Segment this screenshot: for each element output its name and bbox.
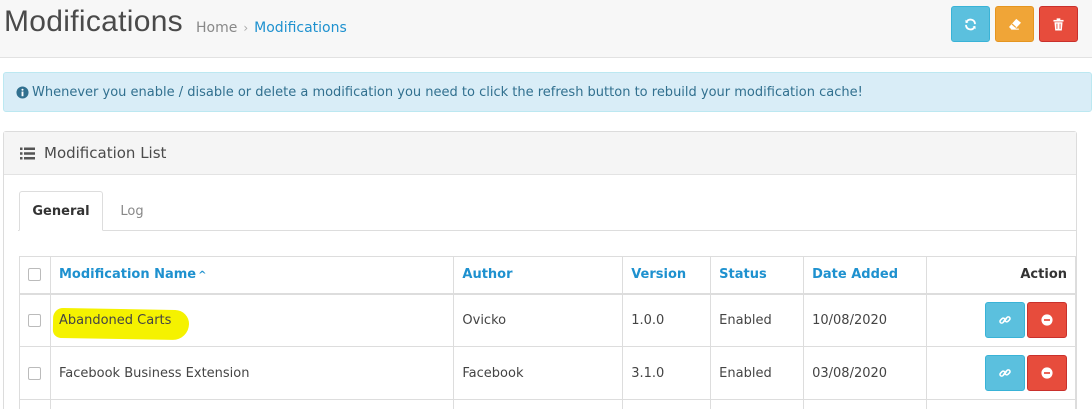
eraser-icon <box>1008 18 1021 30</box>
panel-title: Modification List <box>44 144 167 162</box>
tab-general[interactable]: General <box>19 191 103 231</box>
row-status <box>710 399 805 409</box>
row-author: Facebook <box>453 346 624 400</box>
panel-heading: Modification List <box>4 132 1076 175</box>
row-select-cell <box>19 346 51 400</box>
row-status: Enabled <box>710 346 805 400</box>
breadcrumb-home[interactable]: Home <box>196 20 237 36</box>
column-modification-name-label: Modification Name <box>58 267 197 283</box>
row-actions <box>926 399 1076 409</box>
row-modification-name: Abandoned Carts <box>58 312 172 328</box>
column-version[interactable]: Version <box>622 256 712 295</box>
row-date-added: 03/08/2020 <box>803 346 928 400</box>
delete-button[interactable] <box>1039 6 1078 42</box>
row-date-added: 10/08/2020 <box>803 293 928 347</box>
row-modification-name <box>49 399 455 409</box>
row-select-cell <box>19 293 51 347</box>
row-actions <box>926 346 1076 400</box>
modification-list-panel: Modification List General Log Modificati… <box>3 131 1077 409</box>
column-author[interactable]: Author <box>453 256 624 295</box>
link-icon <box>999 316 1011 325</box>
row-checkbox[interactable] <box>28 313 41 327</box>
row-status: Enabled <box>710 293 805 347</box>
tabs: General Log <box>18 191 1076 231</box>
minus-circle-icon <box>1041 314 1053 326</box>
column-status[interactable]: Status <box>710 256 805 295</box>
minus-circle-icon <box>1041 367 1053 379</box>
breadcrumb-separator: › <box>243 21 249 35</box>
table-header-row: Modification Name ^ Author Version Status… <box>19 256 1076 295</box>
link-button[interactable] <box>985 302 1025 339</box>
modification-table: Modification Name ^ Author Version Status… <box>19 256 1076 409</box>
row-date-added <box>803 399 928 409</box>
table-row: Facebook Business Extension Facebook 3.1… <box>19 346 1076 400</box>
remove-button[interactable] <box>1027 302 1067 339</box>
clear-button[interactable] <box>995 6 1034 42</box>
column-action: Action <box>926 256 1076 295</box>
row-modification-name: Facebook Business Extension <box>49 346 455 400</box>
remove-button[interactable] <box>1027 355 1067 391</box>
list-icon <box>20 147 35 159</box>
link-icon <box>999 369 1011 377</box>
tab-log[interactable]: Log <box>103 191 161 231</box>
trash-icon <box>1053 17 1064 30</box>
info-alert: Whenever you enable / disable or delete … <box>3 72 1092 112</box>
table-row <box>19 399 1076 409</box>
row-author: Ovicko <box>453 293 624 347</box>
select-all-checkbox[interactable] <box>28 268 41 282</box>
sort-ascending-icon: ^ <box>198 270 207 282</box>
table-row: Abandoned Carts Ovicko 1.0.0 Enabled 10/… <box>19 293 1076 347</box>
page-header: Modifications Home › Modifications <box>0 0 1092 58</box>
column-date-added[interactable]: Date Added <box>803 256 928 295</box>
row-actions <box>926 293 1076 347</box>
column-modification-name[interactable]: Modification Name ^ <box>49 256 455 295</box>
row-checkbox[interactable] <box>28 366 41 380</box>
breadcrumb: Home › Modifications <box>196 20 347 36</box>
alert-text: Whenever you enable / disable or delete … <box>32 84 863 100</box>
link-button[interactable] <box>985 355 1025 391</box>
row-name-cell: Abandoned Carts <box>49 293 455 347</box>
breadcrumb-modifications[interactable]: Modifications <box>254 20 347 36</box>
refresh-icon <box>965 18 976 30</box>
row-select-cell <box>19 399 51 409</box>
row-version: 1.0.0 <box>622 293 712 347</box>
row-version <box>622 399 712 409</box>
select-all-cell <box>19 256 51 295</box>
refresh-button[interactable] <box>951 6 990 42</box>
page-title: Modifications <box>4 5 183 38</box>
row-author <box>453 399 624 409</box>
row-version: 3.1.0 <box>622 346 712 400</box>
info-circle-icon <box>16 85 29 99</box>
